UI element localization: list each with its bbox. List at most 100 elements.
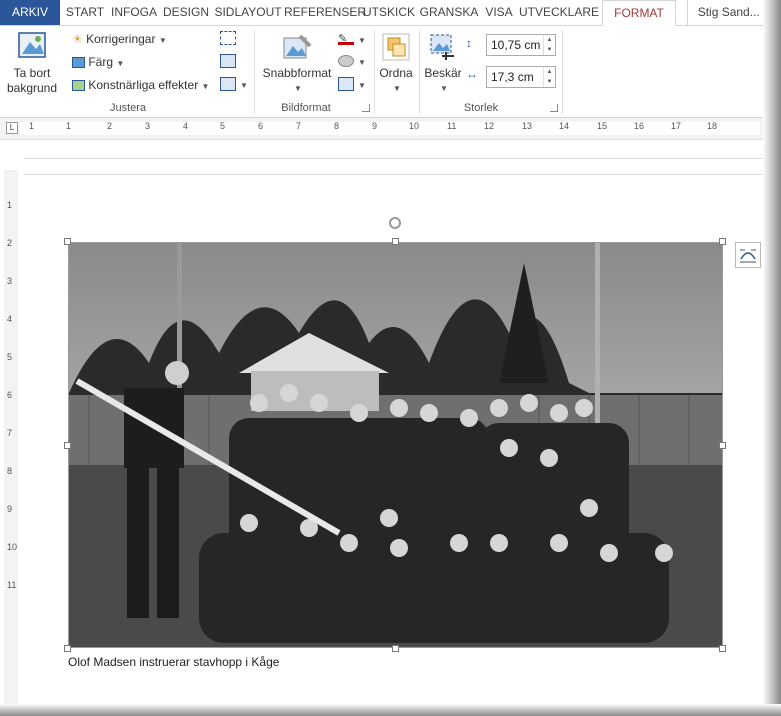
chevron-down-icon: ▼ [116,59,125,68]
ruler-number: 6 [258,121,264,131]
artistic-effects-label: Konstnärliga effekter [88,78,199,92]
tab-format[interactable]: FORMAT [602,0,676,26]
chevron-down-icon: ▼ [440,84,448,93]
ruler-number: 1 [29,121,35,131]
picture-effects-icon[interactable] [338,55,354,67]
picture-border-icon[interactable]: ✎ [338,31,354,45]
vertical-ruler-number: 5 [7,352,13,362]
tab-design[interactable]: DESIGN [160,0,212,25]
resize-handle[interactable] [719,238,726,245]
ruler-number: 9 [372,121,378,131]
corrections-label: Korrigeringar [86,32,156,46]
resize-handle[interactable] [719,645,726,652]
group-separator [254,30,255,114]
chevron-up-icon[interactable]: ▲ [547,69,553,75]
width-spinner[interactable]: ▲ ▼ [543,67,555,87]
ruler-number: 17 [671,121,682,131]
height-input[interactable] [487,35,543,55]
ruler-number: 14 [559,121,570,131]
horizontal-ruler[interactable]: L 1 1 2 3 4 5 6 7 8 9 10 11 12 13 14 15 16 17 18 [0,118,781,140]
color-label: Färg [88,55,114,69]
tab-utvecklare[interactable]: UTVECKLARE [518,0,600,25]
resize-handle[interactable] [392,238,399,245]
chevron-up-icon[interactable]: ▲ [547,37,553,43]
artistic-effects-button[interactable]: Konstnärliga effekter ▼ [72,78,209,92]
vertical-ruler-number: 3 [7,276,13,286]
group-adjust-label: Justera [109,102,147,114]
page-divider [24,174,764,175]
rotate-handle-icon[interactable] [389,217,401,229]
chevron-down-icon[interactable]: ▼ [358,81,366,90]
ruler-number: 4 [183,121,189,131]
group-separator [562,30,563,114]
tab-selector-icon[interactable]: L [6,122,18,134]
vertical-ruler-number: 10 [7,542,18,552]
group-separator [419,30,420,114]
picture-caption: Olof Madsen instruerar stavhopp i Kåge [68,655,280,669]
chevron-down-icon[interactable]: ▼ [358,58,366,67]
change-picture-icon[interactable] [220,54,236,68]
picture-layout-icon[interactable] [338,77,354,91]
width-input[interactable] [487,67,543,87]
group-size-label: Storlek [463,102,499,114]
vertical-ruler-number: 11 [7,580,17,590]
artistic-effects-icon [72,80,85,92]
corrections-button[interactable]: ☀ Korrigeringar ▼ [72,32,167,46]
layout-options-button[interactable] [735,242,761,268]
height-icon: ↕ [466,36,472,50]
window-shadow [763,0,781,716]
chevron-down-icon[interactable]: ▼ [547,79,553,85]
resize-handle[interactable] [64,442,71,449]
remove-background-label: Ta bort bakgrund [6,66,58,95]
width-field[interactable]: ▲▼ [486,66,556,88]
vertical-ruler-number: 6 [7,390,13,400]
width-icon: ↔ [466,67,478,81]
compress-pictures-icon[interactable] [220,31,236,45]
tab-utskick[interactable]: UTSKICK [361,0,417,25]
ruler-number: 10 [409,121,420,131]
resize-handle[interactable] [64,238,71,245]
color-button[interactable]: Färg ▼ [72,55,124,69]
chevron-down-icon[interactable]: ▼ [240,81,248,90]
resize-handle[interactable] [392,645,399,652]
tab-start[interactable]: START [62,0,108,25]
tab-visa[interactable]: VISA [481,0,517,25]
pen-icon: ✎ [338,33,348,45]
resize-handle[interactable] [719,442,726,449]
chevron-down-icon[interactable]: ▼ [358,36,366,45]
quick-styles-label: Snabbformat [262,66,332,80]
document-area[interactable]: 1 2 3 4 5 6 7 8 9 10 11 Olof Madsen inst… [0,140,781,716]
vertical-ruler-number: 2 [7,238,13,248]
remove-background-icon [18,32,46,58]
ruler-number: 16 [634,121,645,131]
tab-arkiv[interactable]: ARKIV [0,0,60,25]
window-shadow [0,704,781,716]
height-field[interactable]: ▲▼ [486,34,556,56]
tab-granska[interactable]: GRANSKA [418,0,480,25]
chevron-down-icon: ▼ [294,84,302,93]
sun-icon: ☀ [72,32,83,46]
ribbon-tab-bar: ARKIV START INFOGA DESIGN SIDLAYOUT REFE… [0,0,781,26]
page-divider [24,158,764,159]
height-spinner[interactable]: ▲ ▼ [543,35,555,55]
picture-styles-launcher-icon[interactable] [362,104,370,112]
group-picture-styles-label: Bildformat [281,102,331,114]
tab-infoga[interactable]: INFOGA [109,0,159,25]
group-separator [374,30,375,114]
size-launcher-icon[interactable] [550,104,558,112]
resize-handle[interactable] [64,645,71,652]
chevron-down-icon[interactable]: ▼ [547,47,553,53]
vertical-ruler-number: 8 [7,466,13,476]
user-name: Stig Sand... [697,5,760,19]
photo-image[interactable] [68,242,723,648]
color-icon [72,57,85,69]
vertical-ruler-number: 4 [7,314,13,324]
vertical-ruler[interactable]: 1 2 3 4 5 6 7 8 9 10 11 [4,170,18,710]
vertical-ruler-number: 7 [7,428,13,438]
ruler-number: 18 [707,121,718,131]
arrange-label: Ordna [379,66,413,80]
reset-picture-icon[interactable] [220,77,236,91]
vertical-ruler-number: 9 [7,504,13,514]
tab-sidlayout[interactable]: SIDLAYOUT [213,0,283,25]
tab-referenser[interactable]: REFERENSER [284,0,366,25]
